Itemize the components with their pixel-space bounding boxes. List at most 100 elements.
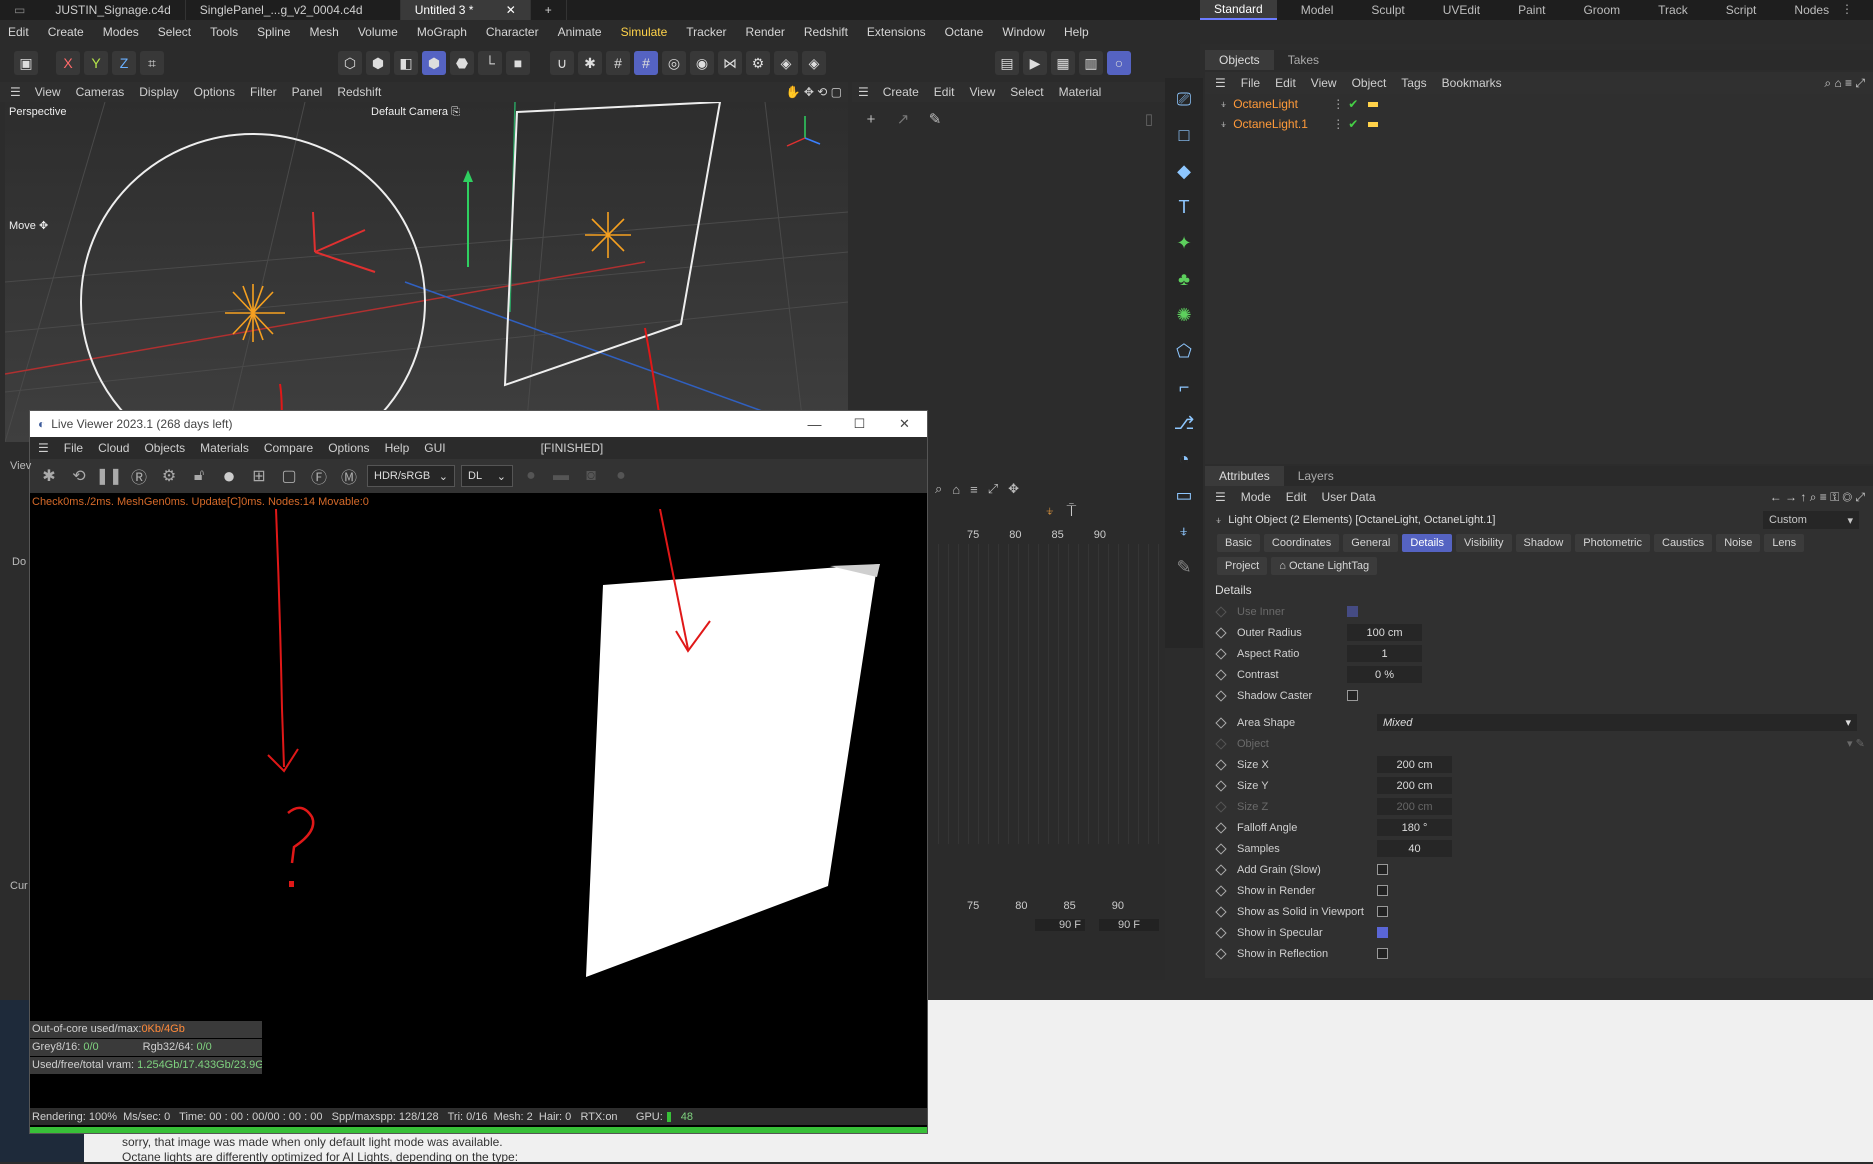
- menu-spline[interactable]: Spline: [257, 25, 290, 39]
- add-grain-checkbox[interactable]: [1377, 864, 1388, 875]
- hamburger-icon[interactable]: ☰: [858, 85, 869, 99]
- layout-tab-script[interactable]: Script: [1712, 0, 1771, 20]
- vp-menu-display[interactable]: Display: [139, 85, 178, 99]
- live-viewer-titlebar[interactable]: ◐ Live Viewer 2023.1 (268 days left) — ☐…: [30, 411, 927, 437]
- send-scene-icon[interactable]: ✱: [35, 462, 63, 490]
- axis-mode-icon[interactable]: └: [478, 51, 502, 75]
- menu-redshift[interactable]: Redshift: [804, 25, 848, 39]
- kernel-select[interactable]: DL ⌄: [461, 465, 513, 487]
- key-add-icon[interactable]: ⍑: [1067, 503, 1077, 521]
- environment-icon[interactable]: ◔: [1169, 444, 1199, 474]
- chip-coordinates[interactable]: Coordinates: [1263, 534, 1340, 552]
- area-shape-dropdown[interactable]: Mixed ▾: [1377, 714, 1857, 731]
- tab-layers[interactable]: Layers: [1284, 466, 1348, 486]
- obj-menu-bookmarks[interactable]: Bookmarks: [1442, 76, 1502, 90]
- menu-character[interactable]: Character: [486, 25, 539, 39]
- menu-mograph[interactable]: MoGraph: [417, 25, 467, 39]
- keyframe-diamond-icon[interactable]: [1215, 779, 1227, 792]
- timeline-area[interactable]: ⌕ ⌂ ≡ ⤢ ✥ ⍖ ⍑ 75 80 85 90 75 80 85 90 90…: [925, 480, 1165, 980]
- render-region-icon[interactable]: ◈: [774, 51, 798, 75]
- chip-shadow[interactable]: Shadow: [1515, 534, 1572, 552]
- mat-menu-view[interactable]: View: [969, 85, 995, 99]
- home-icon[interactable]: ⌂: [952, 482, 960, 497]
- lv-menu-compare[interactable]: Compare: [264, 441, 313, 455]
- menu-volume[interactable]: Volume: [358, 25, 398, 39]
- lv-menu-objects[interactable]: Objects: [144, 441, 185, 455]
- workplane-icon[interactable]: ◎: [662, 51, 686, 75]
- film-icon[interactable]: ▬: [547, 462, 575, 490]
- layout-tab-groom[interactable]: Groom: [1569, 0, 1634, 20]
- vp-menu-redshift[interactable]: Redshift: [337, 85, 381, 99]
- chip-noise[interactable]: Noise: [1716, 534, 1761, 552]
- menu-tracker[interactable]: Tracker: [686, 25, 726, 39]
- layout-tab-uvedit[interactable]: UVEdit: [1429, 0, 1494, 20]
- obj-menu-view[interactable]: View: [1311, 76, 1337, 90]
- cloner-icon[interactable]: ✦: [1169, 228, 1199, 258]
- keyframe-diamond-icon[interactable]: [1215, 947, 1227, 960]
- list-item[interactable]: ⍖ OctaneLight ⋮ ✔: [1205, 94, 1873, 114]
- chip-visibility[interactable]: Visibility: [1456, 534, 1512, 552]
- material-picker-icon[interactable]: Ⓜ: [335, 462, 363, 490]
- hamburger-icon[interactable]: ☰: [10, 85, 21, 99]
- menu-edit[interactable]: Edit: [8, 25, 29, 39]
- octane-tag-icon[interactable]: [1368, 121, 1379, 127]
- menu-window[interactable]: Window: [1002, 25, 1045, 39]
- doc-tab-2[interactable]: SinglePanel_...g_v2_0004.c4d: [186, 0, 401, 20]
- layout-tab-track[interactable]: Track: [1644, 0, 1702, 20]
- snap-grid-icon[interactable]: #: [634, 51, 658, 75]
- minimize-button[interactable]: —: [792, 416, 837, 432]
- new-tab-button[interactable]: +: [531, 0, 567, 20]
- film-region-icon[interactable]: ▢: [275, 462, 303, 490]
- expand-icon[interactable]: ⤢: [988, 481, 998, 497]
- keyframe-diamond-icon[interactable]: [1215, 905, 1227, 918]
- show-as-solid-checkbox[interactable]: [1377, 906, 1388, 917]
- chip-project[interactable]: Project: [1217, 557, 1268, 575]
- hamburger-icon[interactable]: ☰: [38, 441, 49, 455]
- deformer-icon[interactable]: ⬠: [1169, 336, 1199, 366]
- move-icon[interactable]: ✥: [1008, 481, 1019, 497]
- lv-menu-cloud[interactable]: Cloud: [98, 441, 129, 455]
- mat-menu-material[interactable]: Material: [1059, 85, 1102, 99]
- chip-lens[interactable]: Lens: [1764, 534, 1805, 552]
- settings-gear-icon[interactable]: ⚙: [155, 462, 183, 490]
- keyframe-diamond-icon[interactable]: [1215, 884, 1227, 897]
- lock-workplane-icon[interactable]: ◉: [690, 51, 714, 75]
- pen-tool-icon[interactable]: ✎: [1169, 552, 1199, 582]
- color-mode-select[interactable]: HDR/sRGB ⌄: [367, 465, 455, 487]
- close-button[interactable]: ✕: [882, 416, 927, 432]
- model-mode-icon[interactable]: ⬢: [422, 51, 446, 75]
- enabled-check-icon[interactable]: ✔: [1348, 117, 1358, 131]
- size-y-field[interactable]: 200 cm: [1377, 777, 1452, 794]
- show-in-reflection-checkbox[interactable]: [1377, 948, 1388, 959]
- search-icon[interactable]: ⌕: [935, 481, 942, 497]
- more-icon[interactable]: ⋮: [1841, 2, 1853, 16]
- obj-menu-edit[interactable]: Edit: [1275, 76, 1296, 90]
- render-view-button-icon[interactable]: ▶: [1023, 51, 1047, 75]
- magnet-icon[interactable]: ∪: [550, 51, 574, 75]
- keyframe-diamond-icon[interactable]: [1215, 800, 1227, 813]
- interactive-render-icon[interactable]: ○: [1107, 51, 1131, 75]
- menu-create[interactable]: Create: [48, 25, 84, 39]
- spline-icon[interactable]: ⌐: [1169, 372, 1199, 402]
- layout-tab-model[interactable]: Model: [1287, 0, 1348, 20]
- samples-field[interactable]: 40: [1377, 840, 1452, 857]
- effector-icon[interactable]: ✺: [1169, 300, 1199, 330]
- chip-details[interactable]: Details: [1402, 534, 1452, 552]
- attributes-nav-icons[interactable]: ← → ↑ ⌕ ≡ ⚿ ◎ ⤢: [1770, 490, 1865, 505]
- lv-menu-gui[interactable]: GUI: [424, 441, 445, 455]
- keyframe-diamond-icon[interactable]: [1215, 668, 1227, 681]
- grid-icon[interactable]: #: [606, 51, 630, 75]
- restart-icon[interactable]: ⟲: [65, 462, 93, 490]
- x-axis-lock-icon[interactable]: X: [56, 51, 80, 75]
- lv-menu-help[interactable]: Help: [385, 441, 410, 455]
- tab-objects[interactable]: Objects: [1205, 50, 1274, 70]
- render-region-r-icon[interactable]: Ⓡ: [125, 462, 153, 490]
- menu-select[interactable]: Select: [158, 25, 191, 39]
- focus-picker-icon[interactable]: Ⓕ: [305, 462, 333, 490]
- hamburger-icon[interactable]: ☰: [1215, 490, 1226, 504]
- material-ball-icon[interactable]: ●: [215, 462, 243, 490]
- keyframe-diamond-icon[interactable]: [1215, 689, 1227, 702]
- menu-animate[interactable]: Animate: [558, 25, 602, 39]
- keyframe-diamond-icon[interactable]: [1215, 842, 1227, 855]
- chip-general[interactable]: General: [1343, 534, 1399, 552]
